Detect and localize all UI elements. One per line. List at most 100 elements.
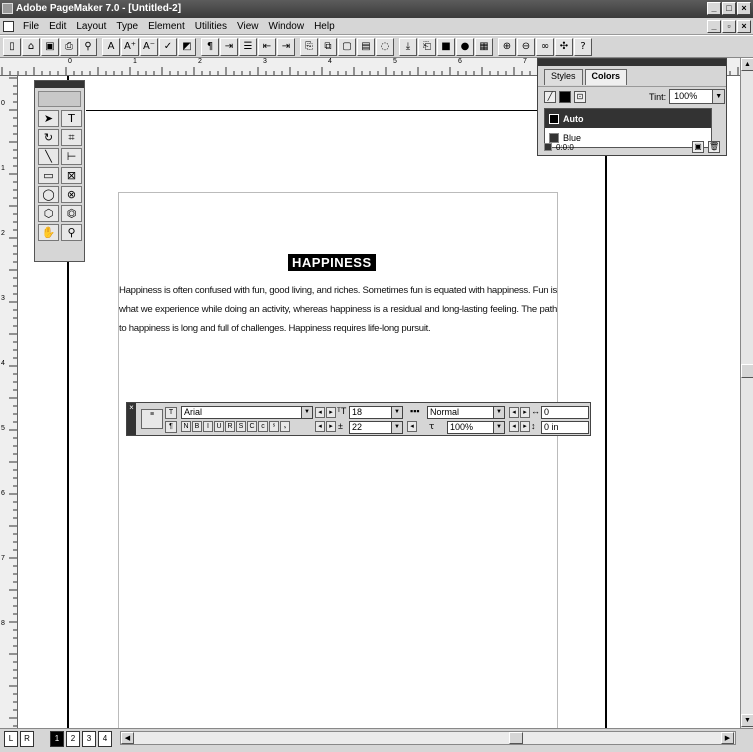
help-icon[interactable]: ?	[574, 37, 592, 56]
bold-icon[interactable]: B	[192, 421, 202, 432]
menu-window[interactable]: Window	[264, 18, 310, 35]
rectangle-frame-tool-icon[interactable]: ⊠	[61, 167, 82, 184]
plugin-icon[interactable]: ✣	[555, 37, 573, 56]
close-button[interactable]: ×	[737, 2, 751, 15]
control-palette-grip[interactable]: ×	[127, 403, 136, 435]
menu-edit[interactable]: Edit	[44, 18, 71, 35]
mask-icon[interactable]: ▤	[357, 37, 375, 56]
rotate-tool-icon[interactable]: ↻	[38, 129, 59, 146]
book-icon[interactable]: ▦	[475, 37, 493, 56]
menu-help[interactable]: Help	[309, 18, 340, 35]
bullets-icon[interactable]: ☰	[239, 37, 257, 56]
leading-nudge-down-icon[interactable]: ◂	[315, 421, 325, 432]
page-2[interactable]: 2	[66, 731, 80, 747]
fill-stroke-icon[interactable]: ◩	[178, 37, 196, 56]
menu-layout[interactable]: Layout	[71, 18, 111, 35]
hand-tool-icon[interactable]: ✋	[38, 224, 59, 241]
scroll-left-icon[interactable]: ◀	[121, 732, 134, 744]
paragraph-icon[interactable]: ¶	[201, 37, 219, 56]
line-tool-icon[interactable]: ╲	[38, 148, 59, 165]
headline-text[interactable]: HAPPINESS	[288, 254, 376, 271]
vertical-scrollbar[interactable]: ▲ ▼	[740, 58, 753, 728]
new-icon[interactable]: ▯	[3, 37, 21, 56]
font-icon[interactable]: A	[102, 37, 120, 56]
zoom-tool-icon[interactable]: ⚲	[61, 224, 82, 241]
page-1[interactable]: 1	[50, 731, 64, 747]
doc-minimize-button[interactable]: _	[707, 20, 721, 33]
document-icon[interactable]	[3, 21, 14, 32]
size-nudge-up-icon[interactable]: ▸	[326, 407, 336, 418]
kerning-nudge-down-icon[interactable]: ◂	[509, 407, 519, 418]
polygon-frame-tool-icon[interactable]: ⏣	[61, 205, 82, 222]
character-mode-icon[interactable]: T	[165, 407, 177, 419]
color-item-auto[interactable]: Auto	[545, 109, 711, 128]
vertical-scroll-thumb[interactable]	[741, 364, 753, 378]
scale-nudge-icon[interactable]: ◂	[407, 421, 417, 432]
tint-select[interactable]: 100% ▼	[669, 89, 726, 104]
place-icon[interactable]: ⎘	[300, 37, 318, 56]
colors-panel-titlebar[interactable]	[538, 59, 726, 66]
menu-utilities[interactable]: Utilities	[190, 18, 232, 35]
vertical-ruler[interactable]: 0 1 2 3 4 5 6 7 8	[0, 76, 18, 728]
constrained-line-tool-icon[interactable]: ⊢	[61, 148, 82, 165]
horizontal-scroll-thumb[interactable]	[509, 732, 523, 744]
trash-icon[interactable]: 🗑	[708, 141, 720, 153]
baseline-nudge-down-icon[interactable]: ◂	[509, 421, 519, 432]
horizontal-scrollbar[interactable]: ◀ ▶	[120, 731, 736, 745]
menu-element[interactable]: Element	[143, 18, 190, 35]
strikethrough-icon[interactable]: S	[236, 421, 246, 432]
ellipse-frame-tool-icon[interactable]: ⊗	[61, 186, 82, 203]
margin-guide-top[interactable]	[86, 110, 606, 111]
character-view-icon[interactable]: ≡	[141, 409, 163, 429]
small-caps-icon[interactable]: c	[258, 421, 268, 432]
hyperlink-icon[interactable]: ∞	[536, 37, 554, 56]
scroll-right-icon[interactable]: ▶	[721, 732, 734, 744]
font-size-select[interactable]: 18 ▼	[349, 406, 403, 419]
new-color-icon[interactable]: ▣	[692, 141, 704, 153]
underline-icon[interactable]: U	[214, 421, 224, 432]
font-select[interactable]: Arial ▼	[181, 406, 313, 419]
page-left-master[interactable]: L	[4, 731, 18, 747]
scroll-down-icon[interactable]: ▼	[741, 714, 753, 727]
open-icon[interactable]: ⌂	[22, 37, 40, 56]
links-icon[interactable]: ⧉	[319, 37, 337, 56]
stroke-icon[interactable]: ╱	[544, 90, 556, 103]
normal-style-icon[interactable]: N	[181, 421, 191, 432]
increase-indent-icon[interactable]: ⇥	[277, 37, 295, 56]
page-4[interactable]: 4	[98, 731, 112, 747]
paragraph-mode-icon[interactable]: ¶	[165, 421, 177, 433]
leading-select[interactable]: 22 ▼	[349, 421, 403, 434]
subscript-icon[interactable]: A⁻	[140, 37, 158, 56]
size-nudge-down-icon[interactable]: ◂	[315, 407, 325, 418]
minimize-button[interactable]: _	[707, 2, 721, 15]
kerning-field[interactable]: 0	[541, 406, 589, 419]
save-icon[interactable]: ▣	[41, 37, 59, 56]
both-icon[interactable]: ⊡	[574, 90, 586, 103]
all-caps-icon[interactable]: C	[247, 421, 257, 432]
color-icon[interactable]: ■	[437, 37, 455, 56]
superscript-icon[interactable]: A⁺	[121, 37, 139, 56]
indents-tabs-icon[interactable]: ⇥	[220, 37, 238, 56]
style-select[interactable]: Normal ▼	[427, 406, 505, 419]
maximize-button[interactable]: □	[722, 2, 736, 15]
spelling-icon[interactable]: ✓	[159, 37, 177, 56]
frame-icon[interactable]: ▢	[338, 37, 356, 56]
reverse-icon[interactable]: R	[225, 421, 235, 432]
rectangle-tool-icon[interactable]: ▭	[38, 167, 59, 184]
page-3[interactable]: 3	[82, 731, 96, 747]
ellipse-tool-icon[interactable]: ◯	[38, 186, 59, 203]
leading-nudge-up-icon[interactable]: ▸	[326, 421, 336, 432]
baseline-nudge-up-icon[interactable]: ▸	[520, 421, 530, 432]
globe-icon[interactable]: ●	[456, 37, 474, 56]
image-icon[interactable]: ◌	[376, 37, 394, 56]
scale-select[interactable]: 100% ▼	[447, 421, 505, 434]
doc-close-button[interactable]: ×	[737, 20, 751, 33]
app-icon[interactable]	[2, 3, 13, 14]
export-icon[interactable]: ⤓	[399, 37, 417, 56]
superscript-style-icon[interactable]: ˢ	[269, 421, 279, 432]
print-icon[interactable]: ⎙	[60, 37, 78, 56]
doc-restore-button[interactable]: ▫	[722, 20, 736, 33]
baseline-field[interactable]: 0 in	[541, 421, 589, 434]
text-tool-icon[interactable]: T	[61, 110, 82, 127]
kerning-nudge-up-icon[interactable]: ▸	[520, 407, 530, 418]
